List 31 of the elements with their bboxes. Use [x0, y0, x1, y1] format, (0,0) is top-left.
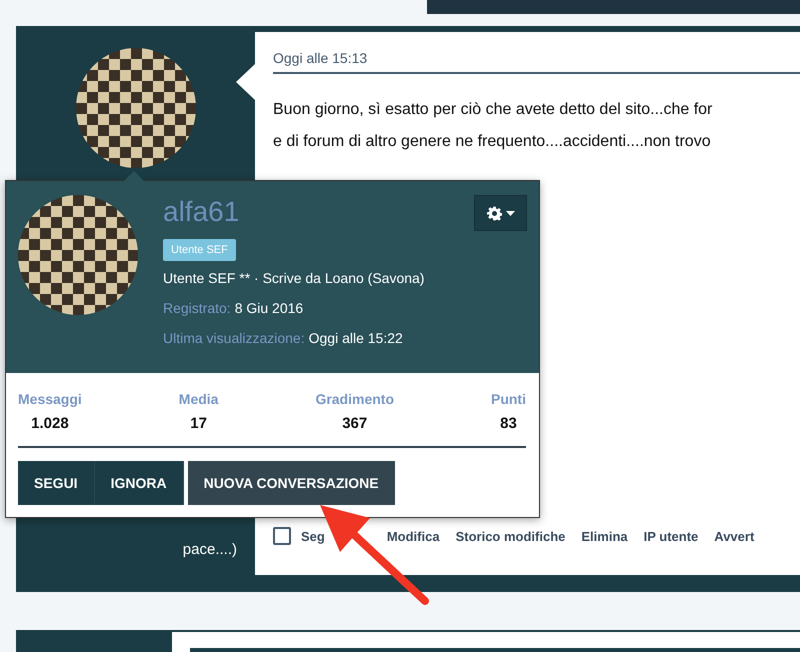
post-text: Buon giorno, sì esatto per ciò che avete detto del sito...che for	[273, 100, 714, 120]
post-timestamp: Oggi alle 15:13	[273, 50, 800, 74]
settings-icon	[486, 206, 502, 220]
user-title: Utente SEF ** · Scrive da Loano (Savona)	[163, 270, 424, 286]
stat-label: Media	[178, 391, 218, 407]
post-action-link[interactable]: Modifica	[386, 528, 440, 544]
stat-value: 17	[190, 415, 207, 432]
post-action-link[interactable]: Seg	[301, 528, 325, 544]
post-action-link[interactable]: Elimina	[581, 528, 628, 544]
caret-icon	[506, 210, 514, 216]
detail-label: Registrato:	[163, 300, 231, 316]
new-conversation-button[interactable]: NUOVA CONVERSAZIONE	[188, 461, 395, 505]
profile-action-button[interactable]: SEGUI	[18, 461, 95, 505]
stat-label: Gradimento	[315, 391, 394, 407]
post-action-link[interactable]: IP utente	[644, 528, 698, 544]
stat-value: 1.028	[31, 415, 69, 432]
select-checkbox[interactable]	[273, 527, 291, 545]
settings-menu-button[interactable]	[474, 195, 527, 231]
stat-value: 367	[342, 415, 368, 432]
profile-action-button[interactable]: IGNORA	[94, 461, 184, 505]
post-action-link[interactable]: Storico modifiche	[456, 528, 566, 544]
detail-value: Oggi alle 15:22	[308, 330, 403, 346]
post-action-link[interactable]: Avvert	[714, 528, 754, 544]
stat-value: 83	[500, 415, 517, 432]
detail-label: Ultima visualizzazione:	[163, 330, 305, 346]
post-text: e di forum di altro genere ne frequento....accidenti....non trovo	[273, 132, 712, 152]
detail-value: 8 Giu 2016	[234, 300, 304, 316]
stat-label: Messaggi	[18, 391, 82, 407]
author-note: pace....)	[182, 541, 237, 558]
user-badge: Utente SEF	[163, 239, 236, 261]
stat-label: Punti	[490, 391, 526, 407]
